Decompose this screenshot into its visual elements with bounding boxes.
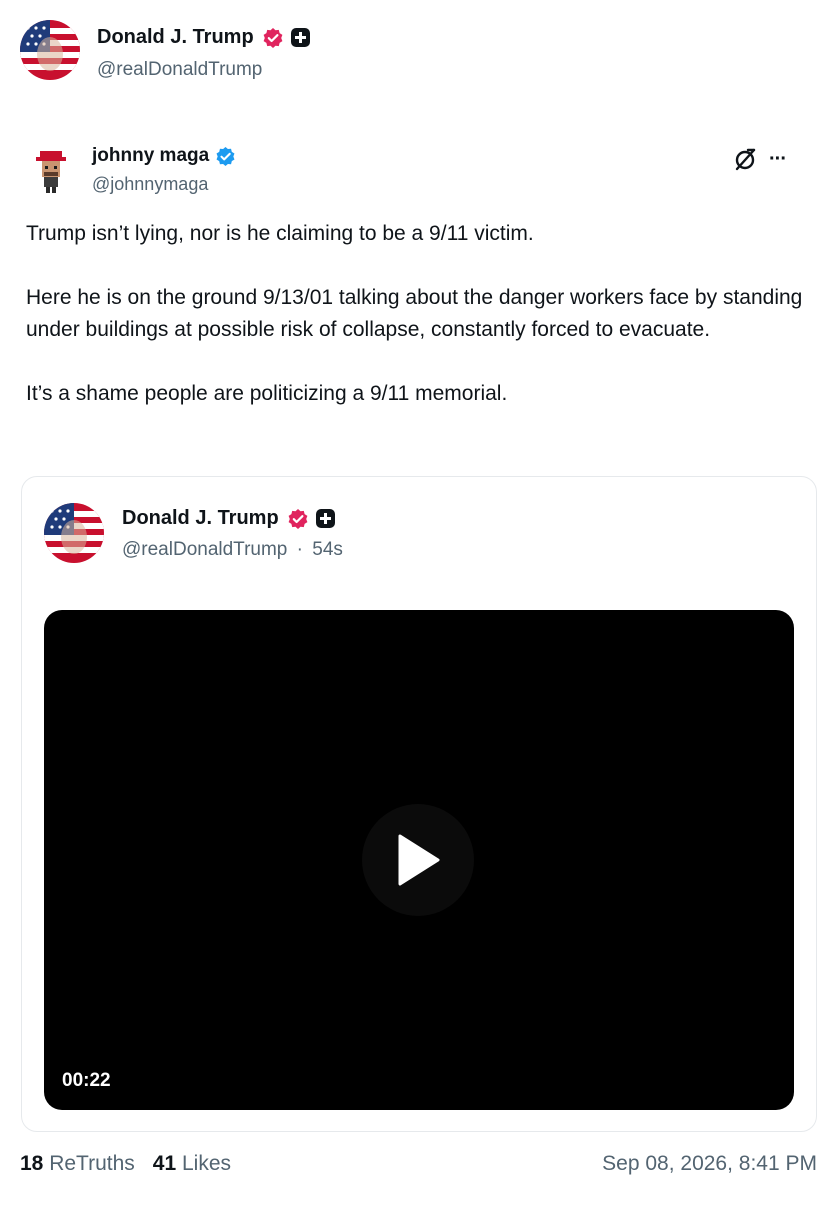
retruths-label: ReTruths [49, 1152, 135, 1175]
retruths-link[interactable]: 18 ReTruths [20, 1152, 135, 1175]
card-author-meta: @realDonaldTrump · 54s [122, 539, 343, 561]
card-author-name-text: Donald J. Trump [122, 507, 279, 529]
flag-face-avatar-image [20, 20, 80, 80]
post-paragraph: Here he is on the ground 9/13/01 talking… [26, 286, 803, 341]
likes-label: Likes [182, 1152, 232, 1175]
quoted-author-display-name[interactable]: johnny maga [92, 145, 236, 167]
pixel-character-avatar-image [26, 145, 76, 195]
verified-badge-icon [288, 508, 308, 529]
plus-badge-icon [290, 28, 310, 47]
more-options-icon[interactable]: ··· [769, 148, 787, 171]
slashed-circle-icon[interactable] [733, 146, 759, 172]
card-author-handle[interactable]: @realDonaldTrump [122, 539, 287, 560]
meta-separator: · [296, 539, 303, 560]
card-author-avatar[interactable] [44, 503, 104, 563]
likes-link[interactable]: 41 Likes [153, 1152, 231, 1175]
post-timestamp[interactable]: Sep 08, 2026, 8:41 PM [602, 1152, 817, 1176]
likes-count: 41 [152, 1152, 177, 1175]
video-player[interactable]: 00:22 [44, 610, 794, 1110]
plus-badge-icon [315, 509, 335, 528]
post-age: 54s [312, 539, 343, 560]
post-stats: 18 ReTruths 41 Likes [20, 1152, 231, 1176]
author-display-name[interactable]: Donald J. Trump [97, 26, 311, 49]
play-button[interactable] [362, 804, 474, 916]
quoted-post-actions: ··· [733, 146, 787, 172]
author-name-text: Donald J. Trump [97, 26, 254, 48]
verified-badge-icon [216, 146, 235, 166]
post-paragraph: It’s a shame people are politicizing a 9… [26, 382, 508, 405]
quoted-author-name-text: johnny maga [92, 145, 210, 166]
embedded-post-card[interactable]: Donald J. Trump @realDonaldTrump · 54s 0… [21, 476, 817, 1132]
retruths-count: 18 [20, 1152, 44, 1175]
quoted-author-handle[interactable]: @johnnymaga [92, 174, 208, 195]
flag-face-avatar-image [44, 503, 104, 563]
author-avatar[interactable] [20, 20, 80, 80]
card-author-display-name[interactable]: Donald J. Trump [122, 507, 336, 530]
play-icon [398, 834, 440, 886]
quoted-post-body: Trump isn’t lying, nor is he claiming to… [26, 218, 806, 442]
video-duration: 00:22 [62, 1070, 111, 1091]
author-handle[interactable]: @realDonaldTrump [97, 59, 262, 81]
verified-badge-icon [263, 27, 283, 48]
post-paragraph: Trump isn’t lying, nor is he claiming to… [26, 222, 534, 245]
quoted-author-avatar[interactable] [26, 145, 76, 195]
